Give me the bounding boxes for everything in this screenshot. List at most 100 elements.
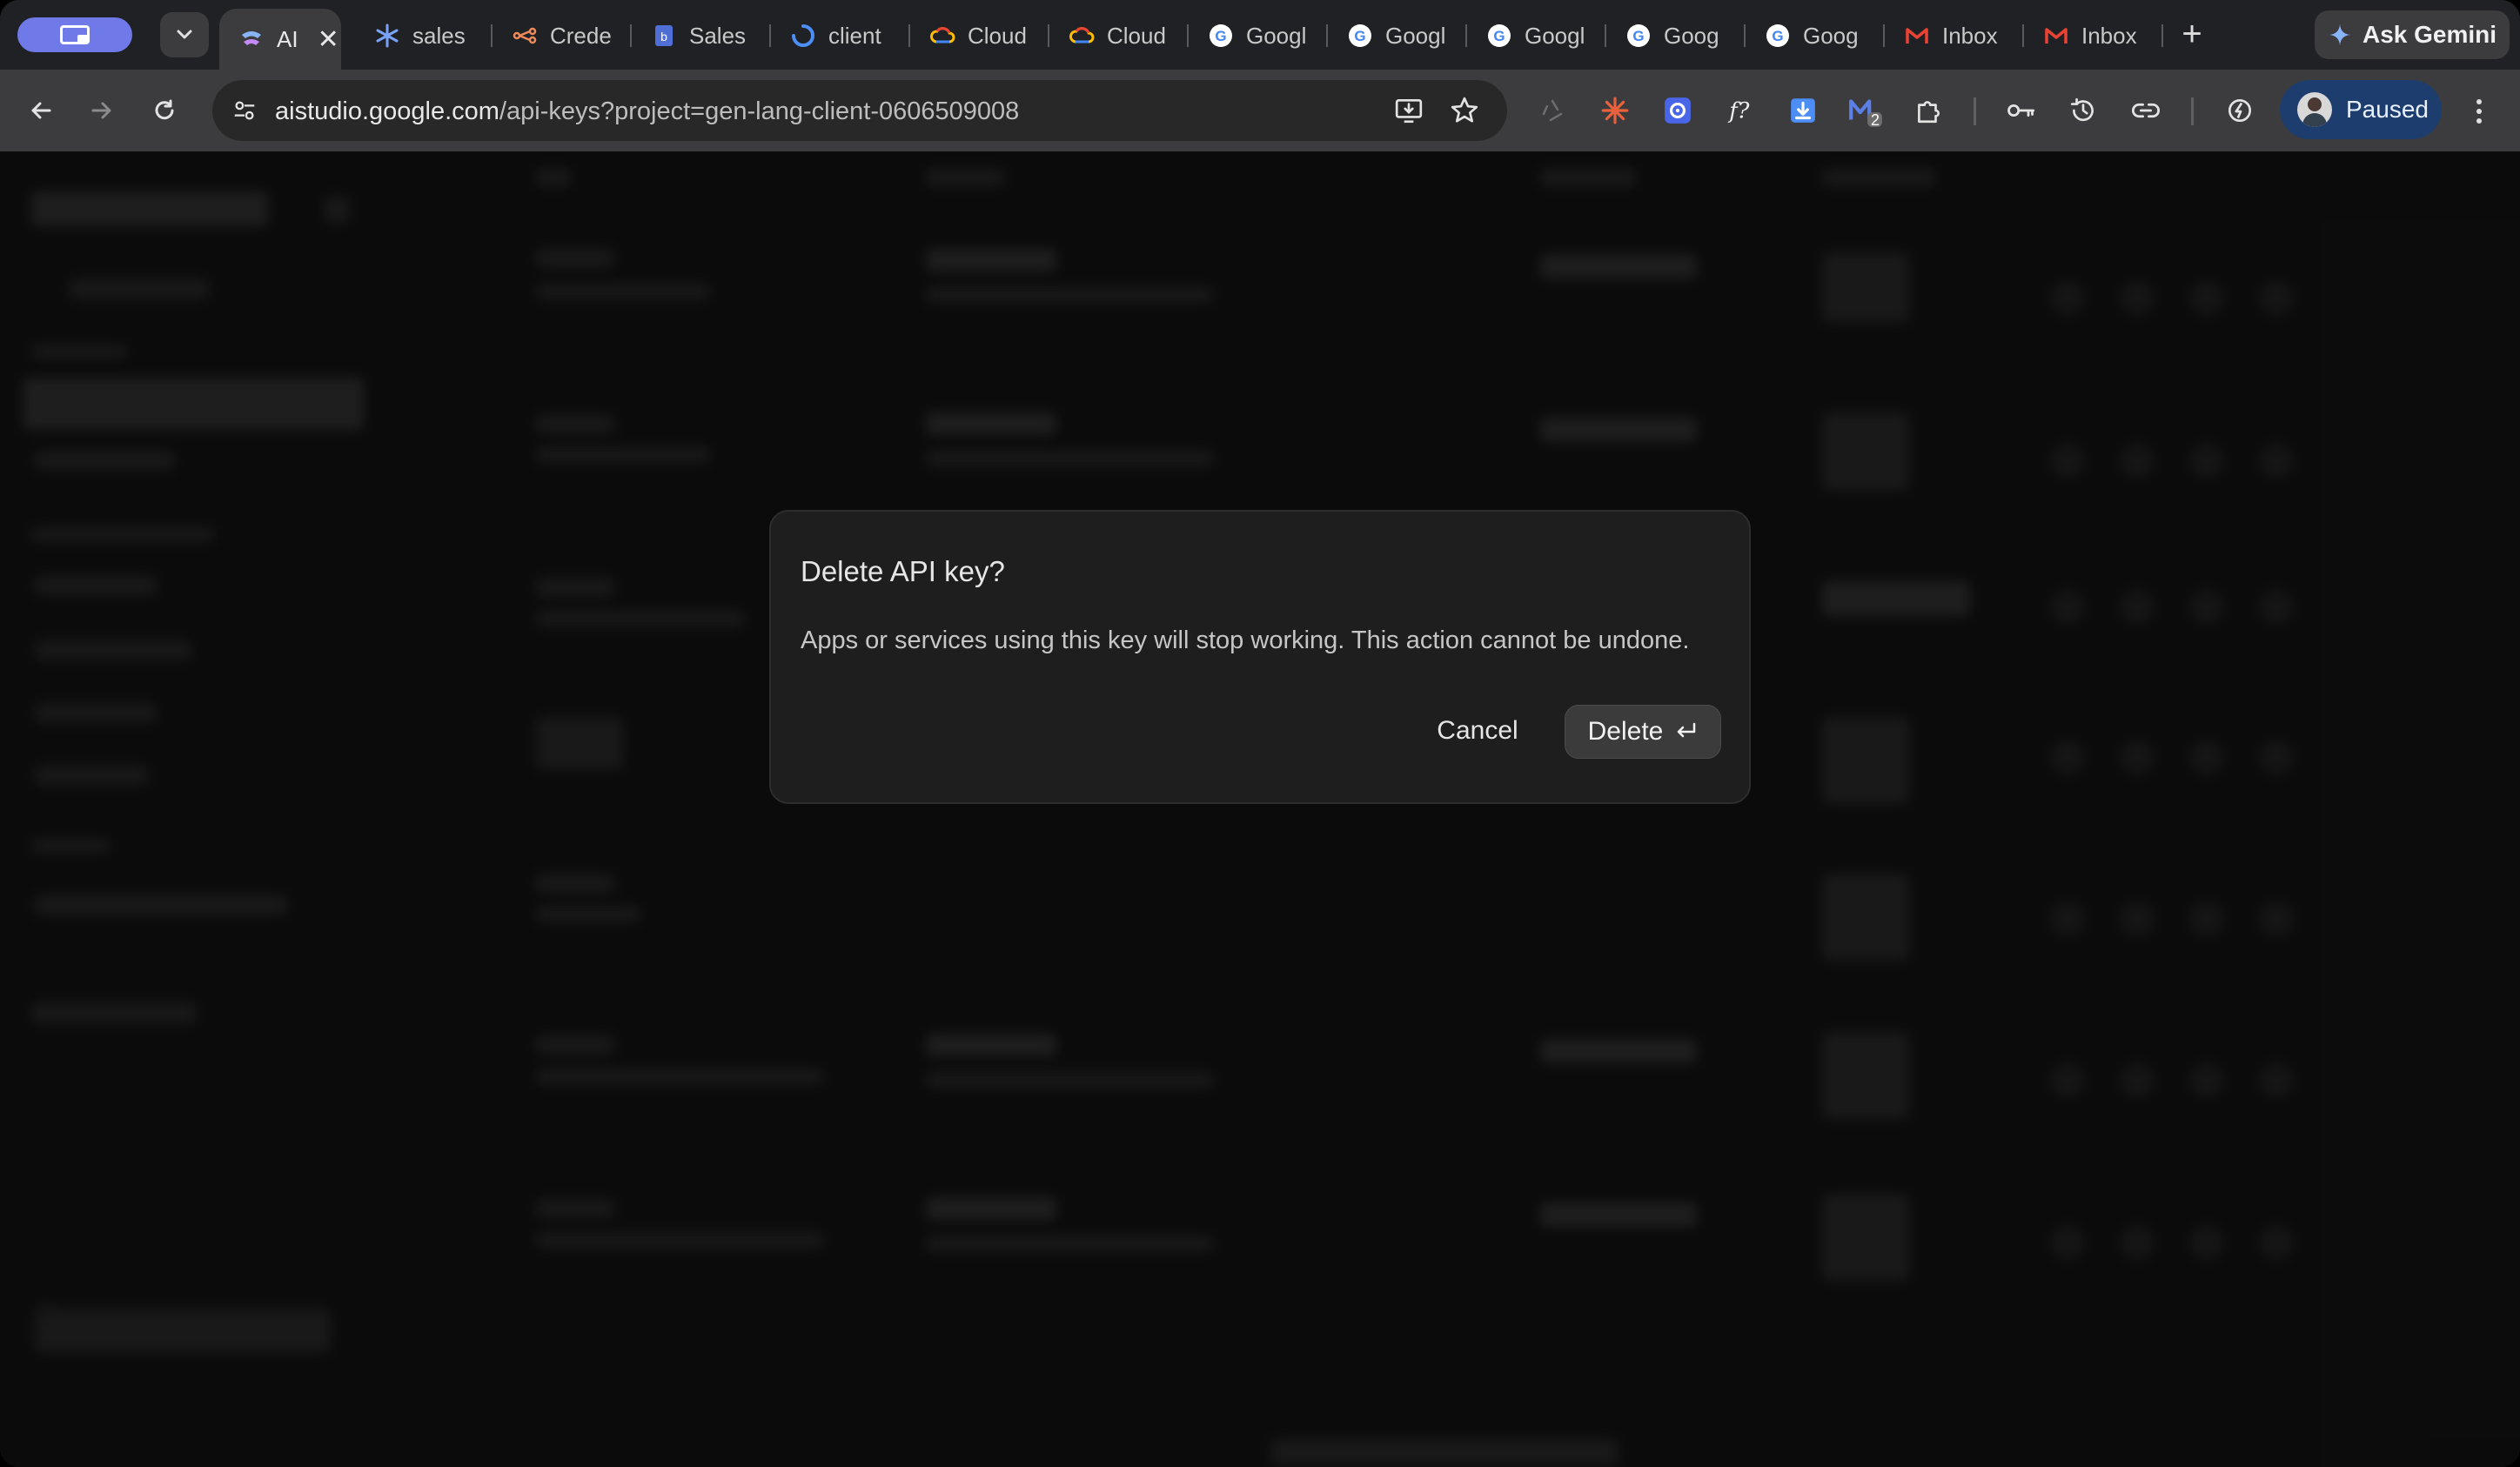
cancel-button[interactable]: Cancel xyxy=(1427,705,1528,757)
burst-icon xyxy=(1601,97,1629,124)
tab-label: Inbox xyxy=(2081,22,2137,49)
browser-toolbar: aistudio.google.com/api-keys?project=gen… xyxy=(0,70,2520,151)
dot xyxy=(2476,118,2482,124)
gemini-sparkle-icon xyxy=(2329,23,2351,46)
svg-text:b: b xyxy=(660,30,667,44)
svg-text:G: G xyxy=(1772,28,1783,44)
extensions-menu-button[interactable] xyxy=(1909,89,1947,132)
key-icon xyxy=(2007,104,2035,117)
toolbar-divider xyxy=(1974,97,1976,125)
google-cloud-icon xyxy=(929,23,955,49)
copy-link-button[interactable] xyxy=(2127,89,2165,132)
dialog-title: Delete API key? xyxy=(801,555,1005,587)
google-icon: G xyxy=(1208,23,1234,49)
svg-text:G: G xyxy=(1632,28,1644,44)
tab-google-4[interactable]: G Goog xyxy=(1606,9,1742,63)
arrow-right-icon xyxy=(91,102,111,119)
close-tab-icon[interactable]: ✕ xyxy=(318,24,339,55)
forward-button[interactable] xyxy=(80,89,124,132)
tab-label: Sales xyxy=(689,22,747,49)
ask-gemini-label: Ask Gemini xyxy=(2362,21,2497,48)
google-icon: G xyxy=(1347,23,1373,49)
tab-google-1[interactable]: G Googl xyxy=(1189,9,1324,63)
profile-paused-button[interactable]: Paused xyxy=(2280,80,2442,139)
page-content xyxy=(0,151,2520,1467)
document-icon: b xyxy=(651,23,677,49)
loader-icon xyxy=(790,23,816,49)
tab-inbox-1[interactable]: Inbox xyxy=(1885,9,2021,63)
tab-label: Inbox xyxy=(1942,22,1998,49)
delete-api-key-dialog: Delete API key? Apps or services using t… xyxy=(769,510,1751,804)
svg-text:f?: f? xyxy=(1727,98,1749,124)
tab-credentials[interactable]: Crede xyxy=(493,9,623,63)
google-icon: G xyxy=(1625,23,1652,49)
function-icon: f? xyxy=(1727,98,1749,124)
back-button[interactable] xyxy=(19,89,63,132)
tab-label: Cloud xyxy=(968,22,1027,49)
tab-inbox-2[interactable]: Inbox xyxy=(2024,9,2160,63)
tab-label: Goog xyxy=(1664,22,1719,49)
tab-google-2[interactable]: G Googl xyxy=(1328,9,1464,63)
ask-gemini-button[interactable]: Ask Gemini xyxy=(2315,10,2510,59)
reload-button[interactable] xyxy=(143,89,186,132)
tab-google-5[interactable]: G Goog xyxy=(1746,9,1881,63)
extension-badge-count: 2 xyxy=(1871,111,1880,129)
download-icon xyxy=(1791,98,1815,123)
tab-label: Googl xyxy=(1525,22,1585,49)
svg-text:G: G xyxy=(1354,28,1365,44)
tab-sales[interactable]: sales xyxy=(355,9,486,63)
extension-gear[interactable] xyxy=(1659,89,1697,132)
modal-scrim[interactable] xyxy=(0,151,2520,1467)
tab-search-button[interactable] xyxy=(160,12,209,57)
google-cloud-icon xyxy=(1069,23,1095,49)
extension-download[interactable] xyxy=(1784,89,1822,132)
tab-label: Cloud xyxy=(1107,22,1166,49)
browser-menu-button[interactable] xyxy=(2468,90,2490,132)
history-button[interactable] xyxy=(2064,89,2102,132)
install-desktop-icon xyxy=(1395,98,1423,124)
extension-recycle[interactable] xyxy=(1533,89,1572,132)
tab-sales-doc[interactable]: b Sales xyxy=(632,9,762,63)
dialog-body: Apps or services using this key will sto… xyxy=(801,626,1690,654)
profile-switcher[interactable] xyxy=(17,17,132,52)
connector-icon xyxy=(512,23,538,49)
tab-label: Googl xyxy=(1246,22,1307,49)
tab-cloud-2[interactable]: Cloud xyxy=(1049,9,1185,63)
puzzle-icon xyxy=(1918,101,1940,124)
tab-google-3[interactable]: G Googl xyxy=(1467,9,1603,63)
extension-burst[interactable] xyxy=(1596,89,1634,132)
tab-divider xyxy=(2161,24,2163,47)
url-host: aistudio.google.com xyxy=(275,97,499,125)
enter-key-icon xyxy=(1678,722,1696,738)
gmail-icon xyxy=(2043,23,2069,49)
tab-label: client xyxy=(828,22,881,49)
bookmark-button[interactable] xyxy=(1446,92,1483,129)
url-path: /api-keys?project=gen-lang-client-060650… xyxy=(499,97,1020,125)
gmail-icon xyxy=(1904,23,1930,49)
link-icon xyxy=(2131,103,2161,118)
tab-label: Crede xyxy=(550,22,612,49)
star-icon xyxy=(1451,97,1478,123)
performance-button[interactable] xyxy=(2221,89,2259,132)
tab-ai-studio[interactable]: AI ✕ xyxy=(219,9,341,70)
delete-button[interactable]: Delete xyxy=(1565,705,1721,759)
svg-text:G: G xyxy=(1215,28,1226,44)
delete-label: Delete xyxy=(1587,717,1664,746)
password-manager-button[interactable] xyxy=(2001,89,2040,132)
tab-client[interactable]: client xyxy=(771,9,901,63)
extension-badge[interactable]: 2 xyxy=(1846,89,1885,132)
arrow-left-icon xyxy=(31,102,51,119)
new-tab-button[interactable]: + xyxy=(2170,12,2214,56)
extension-formula[interactable]: f? xyxy=(1721,89,1759,132)
toolbar-divider xyxy=(2191,97,2194,125)
install-app-button[interactable] xyxy=(1391,92,1427,129)
tune-icon xyxy=(234,101,255,120)
profile-window-icon xyxy=(60,25,90,44)
site-info-button[interactable] xyxy=(225,90,265,131)
tab-label: Googl xyxy=(1385,22,1446,49)
tab-label: AI xyxy=(277,25,298,52)
url-text: aistudio.google.com/api-keys?project=gen… xyxy=(275,97,1019,126)
tab-cloud-1[interactable]: Cloud xyxy=(910,9,1046,63)
dot xyxy=(2476,109,2482,114)
address-bar[interactable]: aistudio.google.com/api-keys?project=gen… xyxy=(212,80,1507,141)
